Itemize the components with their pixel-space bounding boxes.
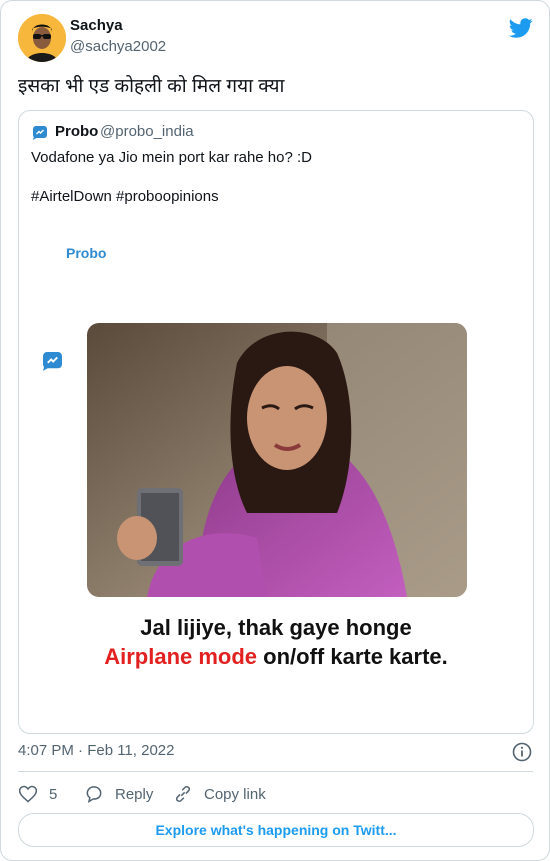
- copy-link-button[interactable]: Copy link: [173, 782, 266, 806]
- quoted-tweet[interactable]: Probo @probo_india Vodafone ya Jio mein …: [18, 110, 534, 734]
- meme-caption-highlight: Airplane mode: [104, 644, 258, 669]
- divider: [18, 771, 533, 772]
- twitter-bird-icon[interactable]: [509, 16, 533, 40]
- heart-icon: [18, 785, 38, 803]
- woman-with-glass-image-icon: [87, 323, 467, 597]
- quoted-author-name[interactable]: Probo: [55, 123, 98, 140]
- tweet-header: Sachya @sachya2002: [18, 14, 533, 62]
- probo-logo-icon: [43, 352, 62, 371]
- avatar[interactable]: [18, 14, 66, 62]
- meme-caption-rest: on/off karte karte.: [257, 644, 448, 669]
- meme-caption-line1: Jal lijiye, thak gaye honge: [140, 615, 412, 640]
- media-logo-text: Probo: [66, 245, 107, 261]
- meme-caption-line2: Airplane mode on/off karte karte.: [19, 644, 533, 670]
- like-button[interactable]: 5: [18, 782, 57, 806]
- quoted-author-handle[interactable]: @probo_india: [100, 123, 194, 140]
- like-count: 5: [49, 785, 58, 803]
- reply-button[interactable]: Reply: [84, 782, 153, 806]
- explore-button[interactable]: Explore what's happening on Twitt...: [18, 813, 534, 847]
- probo-logo-icon: [33, 126, 47, 140]
- quoted-hashtags[interactable]: #AirtelDown #proboopinions: [31, 188, 219, 205]
- avatar-icon: [18, 14, 66, 62]
- tweet-timestamp[interactable]: 4:07 PM · Feb 11, 2022: [18, 742, 174, 759]
- tweet-card: Sachya @sachya2002 इसका भी एड कोहली को म…: [0, 0, 550, 861]
- tweet-text: इसका भी एड कोहली को मिल गया क्या: [18, 76, 285, 97]
- info-icon[interactable]: [512, 742, 532, 762]
- author-handle[interactable]: @sachya2002: [70, 38, 166, 55]
- copy-link-label: Copy link: [204, 785, 266, 803]
- link-icon: [175, 786, 191, 802]
- reply-bubble-icon: [86, 786, 102, 804]
- meme-photo: [87, 323, 467, 597]
- quoted-text-line: Vodafone ya Jio mein port kar rahe ho? :…: [31, 149, 313, 166]
- author-name[interactable]: Sachya: [70, 17, 123, 34]
- reply-label: Reply: [115, 785, 154, 803]
